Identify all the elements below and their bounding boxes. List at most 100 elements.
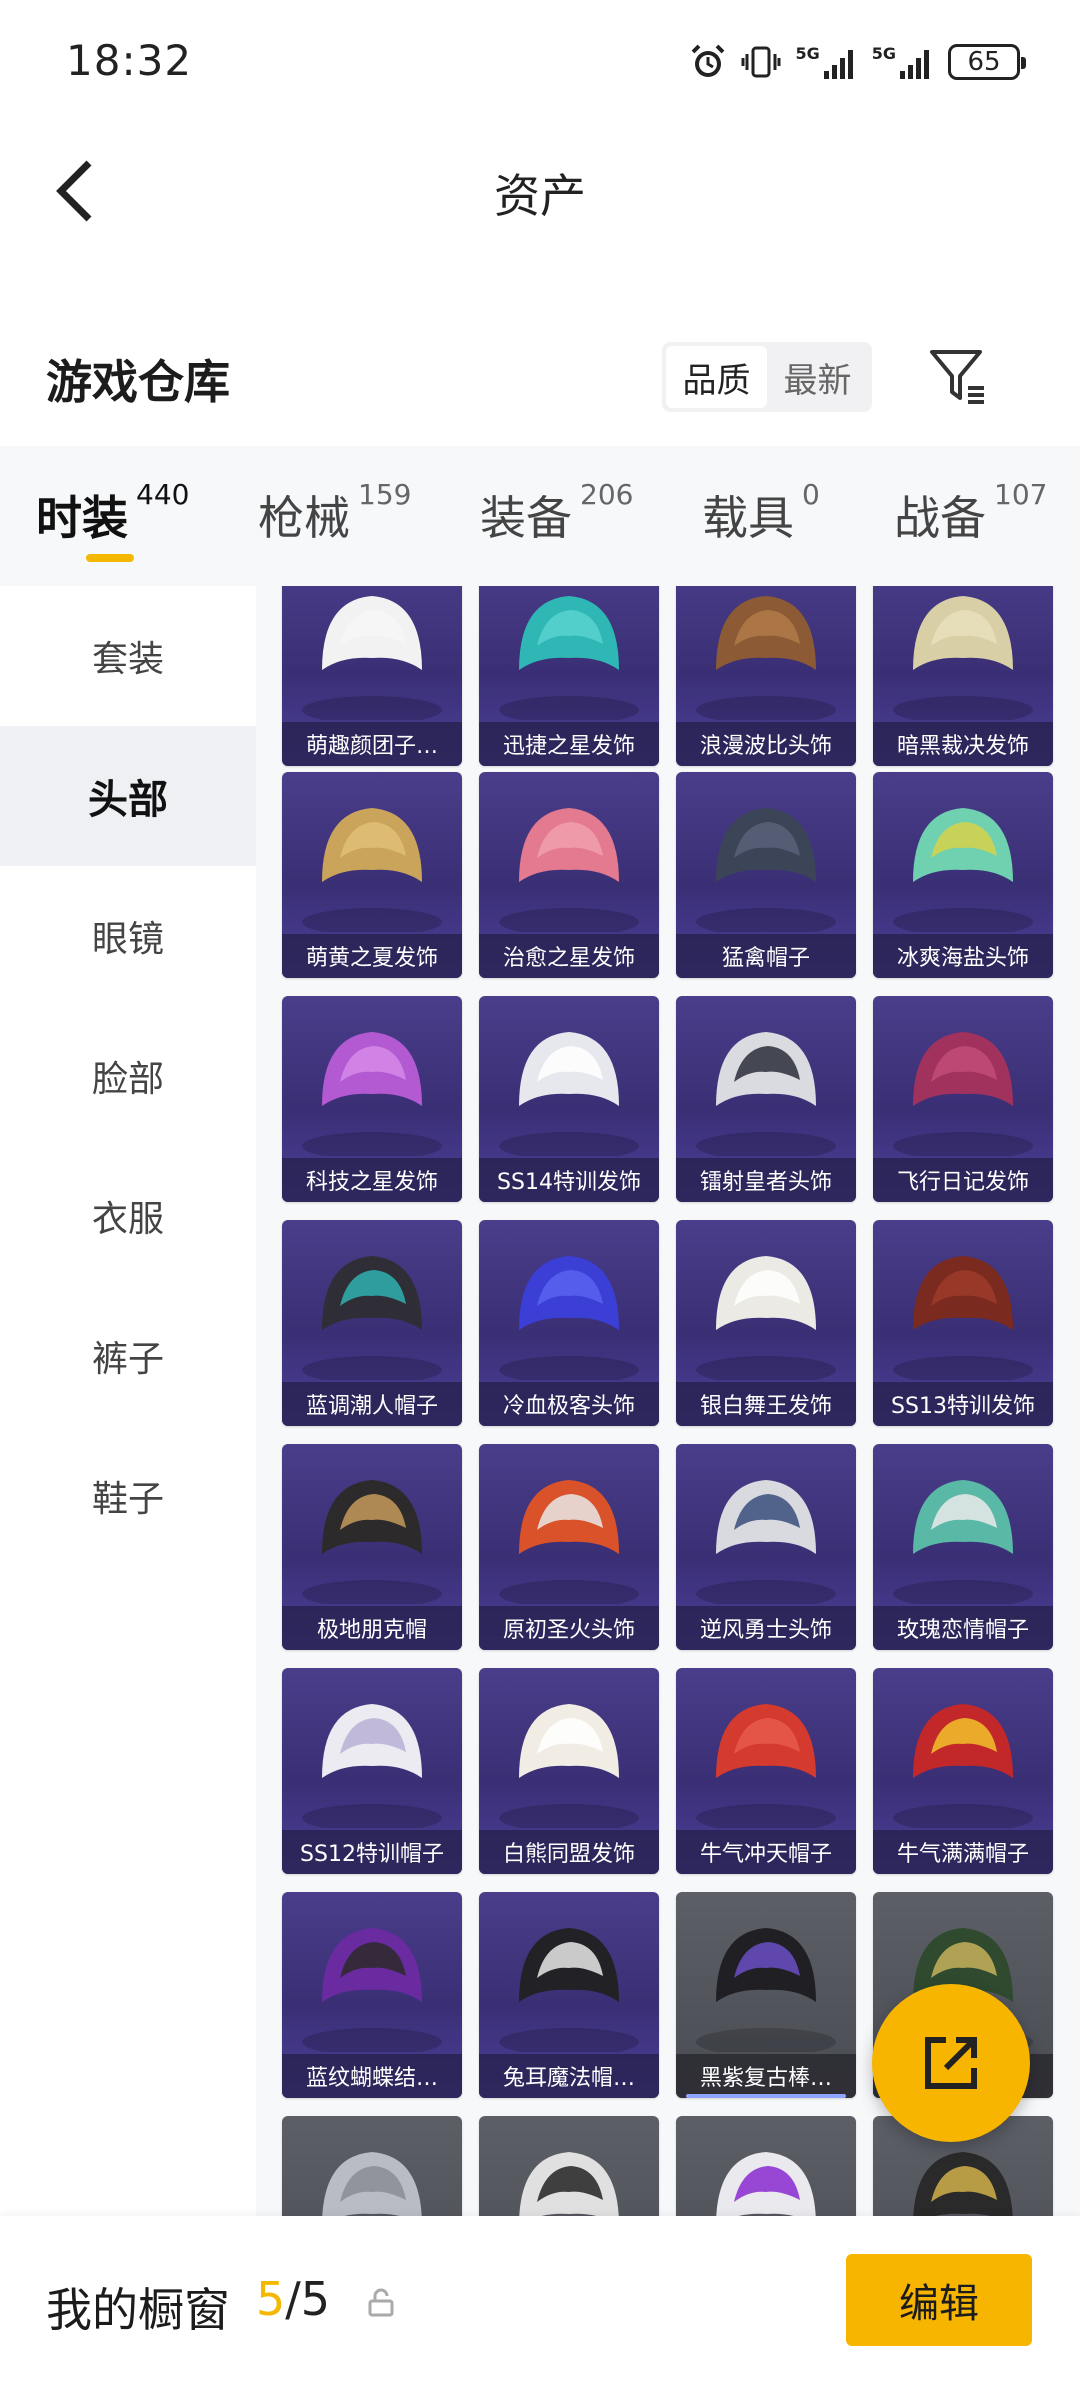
status-icons: 5G 5G 65: [689, 40, 1026, 84]
filter-icon: [930, 350, 984, 404]
tab-count: 206: [580, 478, 634, 511]
edit-button[interactable]: 编辑: [846, 2254, 1032, 2346]
item-card[interactable]: 暗黑裁决发饰: [873, 586, 1053, 766]
item-grid: 萌趣颜团子… 迅捷之星发饰 浪漫波比头饰 暗黑裁决发饰萌黄之夏发饰 治愈之星发饰 猛禽帽子…: [256, 586, 1080, 2216]
item-name: 黑紫复古棒…: [676, 2054, 856, 2098]
tab-label: 战备: [894, 491, 986, 545]
magenta-hair-icon: [893, 1032, 1033, 1156]
item-card[interactable]: 飞行日记发饰: [873, 996, 1053, 1202]
item-card[interactable]: 镭射皇者头饰: [676, 996, 856, 1202]
item-card[interactable]: 浪漫波比头饰: [676, 586, 856, 766]
tab-label: 装备: [480, 491, 572, 545]
item-card[interactable]: 白熊同盟发饰: [479, 1668, 659, 1874]
sidebar-item-suit[interactable]: 套装: [0, 586, 256, 726]
alarm-icon: [692, 44, 725, 77]
network-1-label: 5G: [795, 43, 820, 63]
battery-icon: 65: [948, 44, 1026, 80]
item-name: 蓝纹蝴蝶结…: [282, 2054, 462, 2098]
item-card[interactable]: 逆风勇士头饰: [676, 1444, 856, 1650]
item-card[interactable]: 玫瑰恋情帽子: [873, 1444, 1053, 1650]
sort-toggle: 品质 最新: [662, 342, 872, 412]
warehouse-title: 游戏仓库: [46, 355, 230, 409]
item-card[interactable]: 冰爽海盐头饰: [873, 772, 1053, 978]
tab-count: 159: [358, 478, 412, 511]
officer-cap-icon: [302, 1480, 442, 1604]
item-card[interactable]: 黑紫复古棒…: [676, 1892, 856, 2098]
aviator-cap-icon: [696, 808, 836, 932]
item-name: 冷血极客头饰: [479, 1382, 659, 1426]
item-card[interactable]: 银白舞王发饰: [676, 1220, 856, 1426]
item-name: 迅捷之星发饰: [479, 722, 659, 766]
item-card[interactable]: [282, 2116, 462, 2216]
mint-hair-with-hat-icon: [893, 808, 1033, 932]
item-name: 萌黄之夏发饰: [282, 934, 462, 978]
tab-label: 载具: [702, 491, 794, 545]
sidebar-item-head[interactable]: 头部: [0, 726, 256, 866]
sidebar-item-glasses[interactable]: 眼镜: [0, 866, 256, 1006]
item-card[interactable]: 萌趣颜团子…: [282, 586, 462, 766]
sort-latest-button[interactable]: 最新: [767, 346, 868, 408]
selected-indicator: [686, 2094, 846, 2098]
beige-long-hair-icon: [893, 596, 1033, 720]
showcase-bar: 我的橱窗 5/5 编辑: [0, 2216, 1080, 2382]
red-baseball-cap-icon: [696, 1704, 836, 1828]
item-name: SS14特训发饰: [479, 1158, 659, 1202]
signal-2-icon: 5G: [872, 44, 934, 81]
item-card[interactable]: [676, 2116, 856, 2216]
item-name: 暗黑裁决发饰: [873, 722, 1053, 766]
item-card[interactable]: SS12特训帽子: [282, 1668, 462, 1874]
item-name: 猛禽帽子: [676, 934, 856, 978]
item-card[interactable]: 科技之星发饰: [282, 996, 462, 1202]
status-time: 18:32: [66, 36, 193, 85]
item-name: SS13特训发饰: [873, 1382, 1053, 1426]
item-name: 科技之星发饰: [282, 1158, 462, 1202]
item-card[interactable]: 迅捷之星发饰: [479, 586, 659, 766]
fedora-hat-icon: [302, 1256, 442, 1380]
item-card[interactable]: 萌黄之夏发饰: [282, 772, 462, 978]
status-bar: 18:32 5G 5G 65: [0, 0, 1080, 120]
filter-button[interactable]: [922, 340, 994, 412]
item-name: 浪漫波比头饰: [676, 722, 856, 766]
item-card[interactable]: 极地朋克帽: [282, 1444, 462, 1650]
armored-helmet-icon: [499, 1480, 639, 1604]
signal-1-icon: 5G: [795, 44, 857, 81]
item-card[interactable]: 猛禽帽子: [676, 772, 856, 978]
item-card[interactable]: 冷血极客头饰: [479, 1220, 659, 1426]
showcase-separator: /: [285, 2272, 301, 2326]
tab-vehicles[interactable]: 载具 0: [702, 478, 820, 548]
page-title: 资产: [494, 169, 586, 223]
item-card[interactable]: 兔耳魔法帽…: [479, 1892, 659, 2098]
item-card[interactable]: SS13特训发饰: [873, 1220, 1053, 1426]
tab-guns[interactable]: 枪械 159: [258, 478, 411, 548]
white-helmet-icon: [716, 2152, 816, 2216]
share-fab-button[interactable]: [872, 1984, 1030, 2142]
red-brown-hair-icon: [893, 1256, 1033, 1380]
item-name: 牛气冲天帽子: [676, 1830, 856, 1874]
tab-equipment[interactable]: 装备 206: [480, 478, 633, 548]
item-name: 玫瑰恋情帽子: [873, 1606, 1053, 1650]
item-card[interactable]: SS14特训发饰: [479, 996, 659, 1202]
item-card[interactable]: 牛气冲天帽子: [676, 1668, 856, 1874]
showcase-current: 5: [256, 2272, 286, 2326]
sidebar: 套装 头部 眼镜 脸部 衣服 裤子 鞋子: [0, 586, 256, 2216]
item-card[interactable]: 原初圣火头饰: [479, 1444, 659, 1650]
item-card[interactable]: 蓝调潮人帽子: [282, 1220, 462, 1426]
item-card[interactable]: 牛气满满帽子: [873, 1668, 1053, 1874]
tab-supplies[interactable]: 战备 107: [894, 478, 1047, 548]
item-card[interactable]: 治愈之星发饰: [479, 772, 659, 978]
sidebar-item-face[interactable]: 脸部: [0, 1006, 256, 1146]
sidebar-item-shoes[interactable]: 鞋子: [0, 1426, 256, 1566]
white-dumpling-hat-icon: [302, 596, 442, 720]
item-name: 逆风勇士头饰: [676, 1606, 856, 1650]
category-tabs: 时装 440 枪械 159 装备 206 载具 0 战备 107: [0, 446, 1080, 586]
item-card[interactable]: 蓝纹蝴蝶结…: [282, 1892, 462, 2098]
item-card[interactable]: [479, 2116, 659, 2216]
tab-fashion[interactable]: 时装 440: [36, 478, 189, 548]
sidebar-item-pants[interactable]: 裤子: [0, 1286, 256, 1426]
white-curly-hair-icon: [499, 1704, 639, 1828]
sidebar-item-clothes[interactable]: 衣服: [0, 1146, 256, 1286]
tab-label: 时装: [36, 491, 128, 545]
tab-label: 枪械: [258, 491, 350, 545]
blonde-hair-icon: [302, 808, 442, 932]
sort-quality-button[interactable]: 品质: [666, 346, 767, 408]
